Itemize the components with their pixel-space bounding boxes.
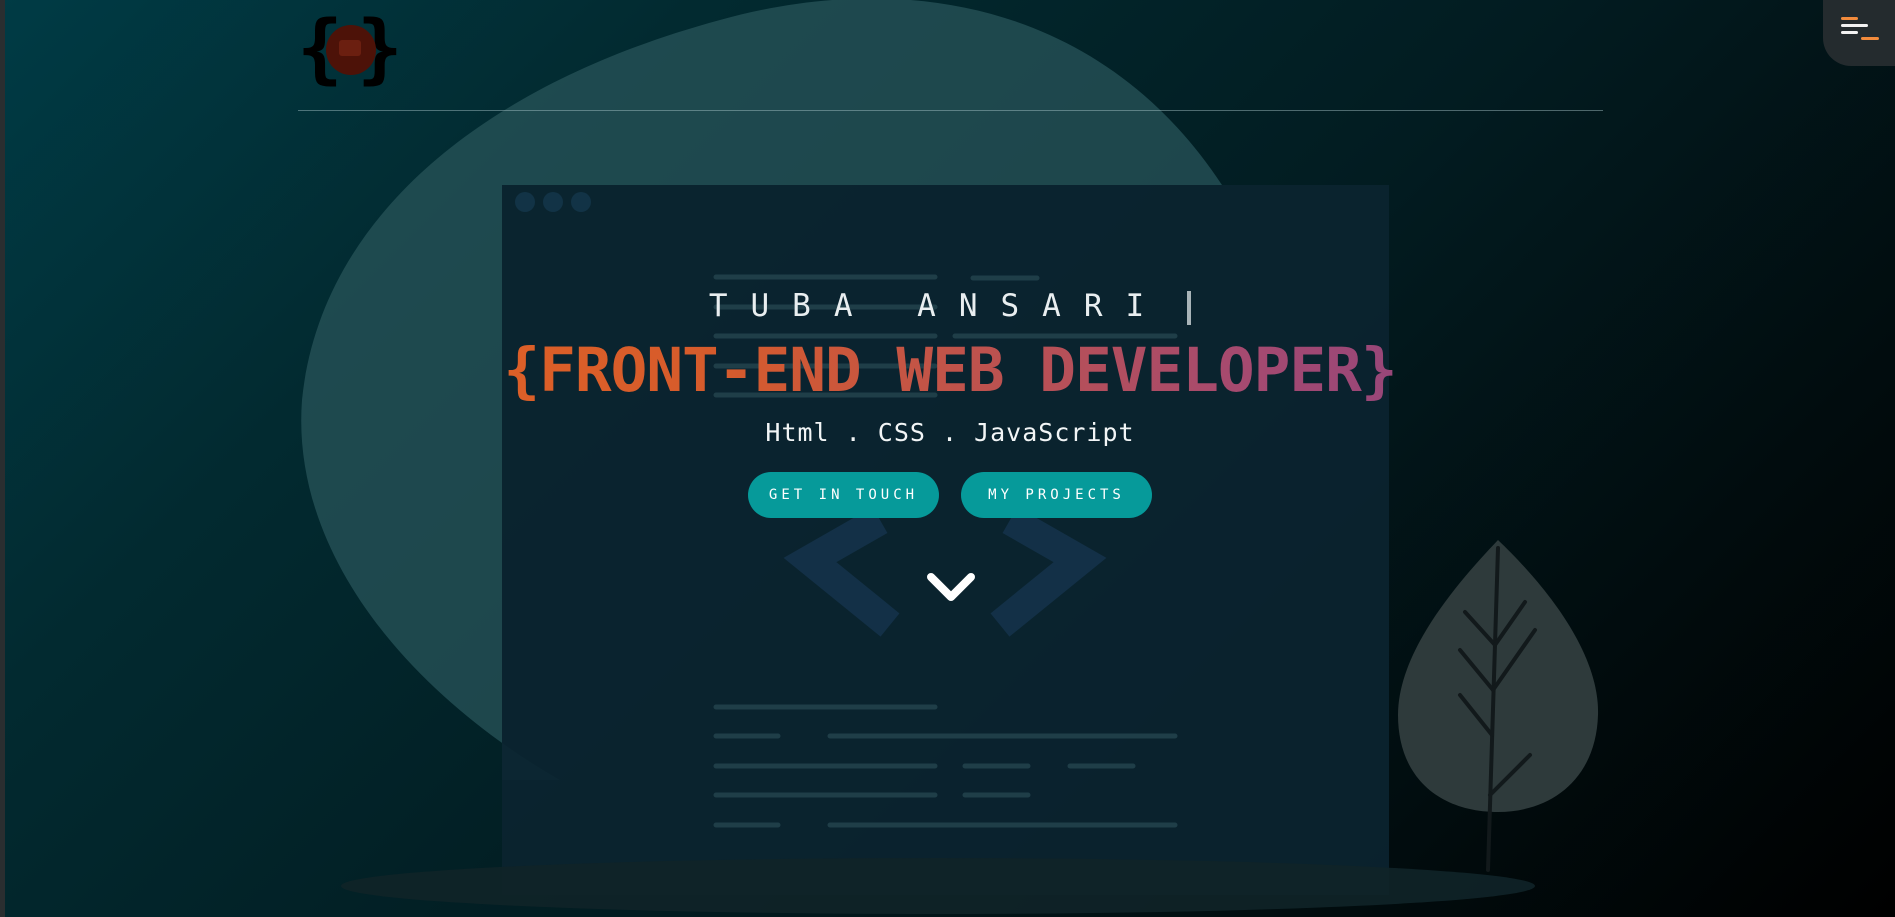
window-dot — [515, 192, 535, 212]
hamburger-menu-button[interactable] — [1823, 0, 1895, 66]
get-in-touch-button[interactable]: GET IN TOUCH — [748, 472, 939, 518]
hero-buttons: GET IN TOUCH MY PROJECTS — [0, 472, 1895, 518]
hero-role: {FRONT-END WEB DEVELOPER} — [0, 334, 1895, 408]
hero-skills: Html . CSS . JavaScript — [765, 418, 1135, 447]
ground-shadow — [341, 858, 1535, 914]
page: { } TUBA ANSARI {FRONT-END WEB DEVELOPER… — [0, 0, 1895, 917]
logo[interactable]: { } — [297, 8, 403, 94]
header-divider — [298, 110, 1603, 111]
window-dot — [543, 192, 563, 212]
typing-cursor — [1187, 291, 1192, 325]
chevron-down-icon[interactable] — [925, 571, 977, 605]
window-dot — [571, 192, 591, 212]
hero-name: TUBA ANSARI — [708, 288, 1192, 325]
hero-name-text: TUBA ANSARI — [708, 288, 1168, 324]
hamburger-menu-icon — [1841, 17, 1879, 40]
my-projects-button[interactable]: MY PROJECTS — [961, 472, 1152, 518]
hero-section: TUBA ANSARI {FRONT-END WEB DEVELOPER} Ht… — [0, 288, 1895, 518]
